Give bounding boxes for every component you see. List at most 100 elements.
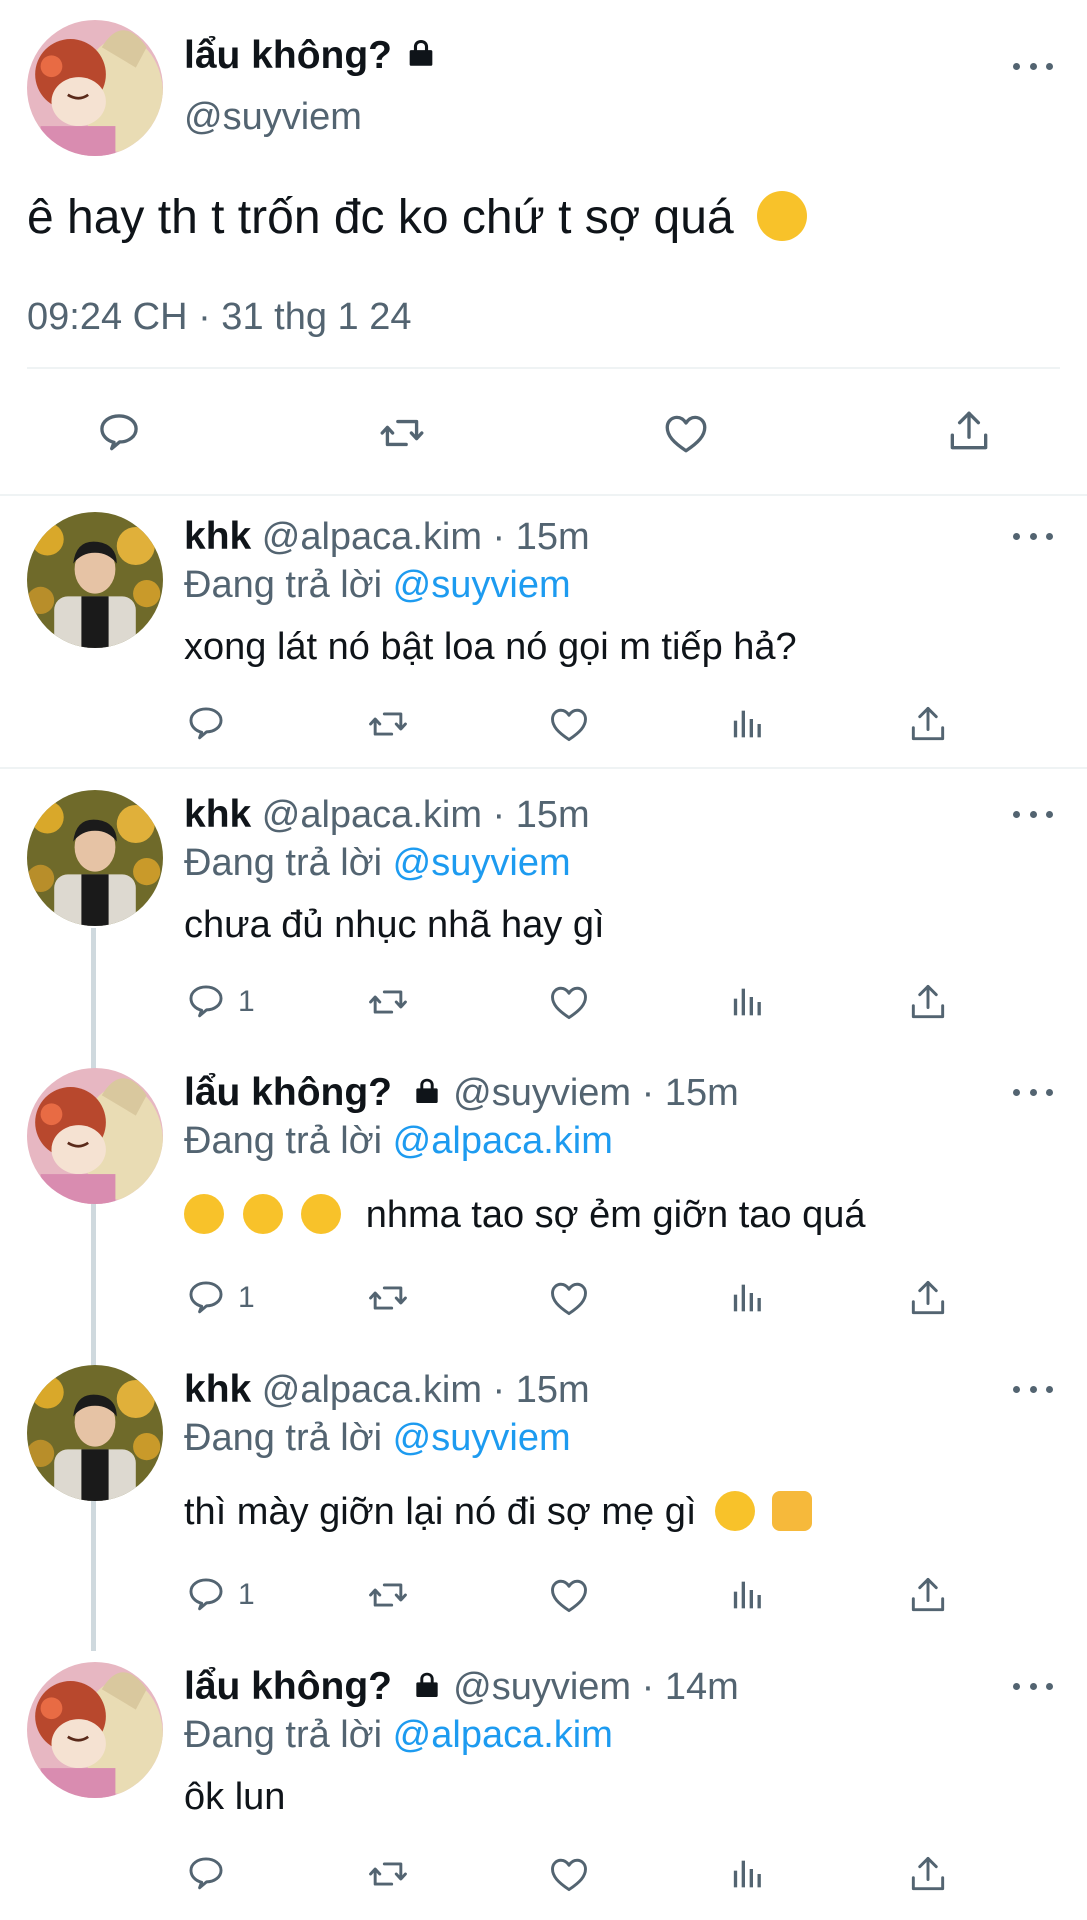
avatar[interactable]: [27, 512, 163, 648]
reply-icon[interactable]: [184, 1852, 228, 1896]
reply-icon: [184, 1276, 228, 1320]
reply-header: khk @alpaca.kim · 15m: [184, 792, 590, 838]
reply-text-row: nhma tao sợ ẻm giỡn tao quá: [184, 1192, 865, 1238]
views-icon[interactable]: [728, 1575, 768, 1615]
reply-count: 1: [238, 1578, 255, 1611]
display-name[interactable]: lẩu không?: [184, 34, 392, 77]
thread-line: [91, 928, 96, 1651]
replying-to-label: Đang trả lời: [184, 1714, 383, 1756]
views-icon[interactable]: [728, 982, 768, 1022]
replying-to: Đang trả lời @suyviem: [184, 1415, 571, 1461]
handle[interactable]: @suyviem: [184, 96, 362, 139]
reply-count: 1: [238, 985, 255, 1018]
thumbs-up-emoji: [771, 1491, 812, 1531]
share-icon[interactable]: [906, 980, 950, 1024]
replying-to-label: Đang trả lời: [184, 564, 383, 606]
like-icon[interactable]: [546, 1852, 592, 1896]
crying-face-emoji: [301, 1194, 342, 1234]
reply-text: chưa đủ nhục nhã hay gì: [184, 904, 605, 946]
retweet-icon[interactable]: [364, 1573, 412, 1617]
like-icon[interactable]: [546, 1573, 592, 1617]
relieved-face-emoji: [756, 191, 807, 241]
display-name[interactable]: lẩu không?: [184, 1071, 392, 1114]
retweet-icon[interactable]: [364, 1852, 412, 1896]
handle[interactable]: @suyviem: [453, 1072, 631, 1114]
more-options-icon[interactable]: [1013, 54, 1053, 78]
display-name[interactable]: lẩu không?: [184, 1665, 392, 1708]
reply-icon[interactable]: [184, 702, 228, 746]
reply-text-row: thì mày giỡn lại nó đi sợ mẹ gì: [184, 1489, 812, 1535]
like-icon[interactable]: [660, 408, 712, 458]
views-icon[interactable]: [728, 1278, 768, 1318]
reply-header: lẩu không? @suyviem · 15m: [184, 1070, 739, 1116]
more-options-icon[interactable]: [1013, 802, 1053, 826]
reply-text: ôk lun: [184, 1776, 286, 1818]
mention-link[interactable]: @alpaca.kim: [393, 1120, 613, 1162]
avatar[interactable]: [27, 1662, 163, 1798]
replying-to-label: Đang trả lời: [184, 1120, 383, 1162]
reply-count: 1: [238, 1281, 255, 1314]
time-ago: · 14m: [641, 1666, 739, 1708]
reply-button[interactable]: 1: [184, 980, 255, 1024]
tweet-text: ê hay th t trốn đc ko chứ t sợ quá: [27, 190, 807, 245]
reply-button[interactable]: 1: [184, 1276, 255, 1320]
share-icon[interactable]: [944, 406, 994, 456]
share-icon[interactable]: [906, 1573, 950, 1617]
timestamp[interactable]: 09:24 CH · 31 thg 1 24: [27, 296, 411, 339]
share-icon[interactable]: [906, 702, 950, 746]
handle[interactable]: @alpaca.kim: [262, 1369, 482, 1411]
share-icon[interactable]: [906, 1852, 950, 1896]
more-options-icon[interactable]: [1013, 1377, 1053, 1401]
like-icon[interactable]: [546, 702, 592, 746]
replying-to: Đang trả lời @suyviem: [184, 840, 571, 886]
replying-to-label: Đang trả lời: [184, 842, 383, 884]
crying-face-emoji: [184, 1194, 224, 1234]
reply-text: nhma tao sợ ẻm giỡn tao quá: [365, 1194, 866, 1236]
share-icon[interactable]: [906, 1276, 950, 1320]
divider: [0, 494, 1087, 496]
display-name[interactable]: khk: [184, 793, 251, 836]
avatar[interactable]: [27, 20, 163, 156]
mention-link[interactable]: @alpaca.kim: [393, 1714, 613, 1756]
reply-header: lẩu không? @suyviem · 14m: [184, 1664, 739, 1710]
retweet-icon[interactable]: [374, 408, 430, 458]
display-name[interactable]: khk: [184, 1368, 251, 1411]
time-ago: · 15m: [641, 1072, 739, 1114]
avatar[interactable]: [27, 1068, 163, 1204]
crying-face-emoji: [242, 1194, 283, 1234]
reply-header: khk @alpaca.kim · 15m: [184, 1367, 590, 1413]
time-ago: · 15m: [492, 1369, 590, 1411]
retweet-icon[interactable]: [364, 702, 412, 746]
lock-icon: [411, 1075, 443, 1107]
smiling-face-with-hearts-emoji: [714, 1491, 755, 1531]
views-icon[interactable]: [728, 704, 768, 744]
reply-text: xong lát nó bật loa nó gọi m tiếp hả?: [184, 626, 797, 668]
time-ago: · 15m: [492, 516, 590, 558]
mention-link[interactable]: @suyviem: [393, 564, 571, 606]
more-options-icon[interactable]: [1013, 1080, 1053, 1104]
retweet-icon[interactable]: [364, 1276, 412, 1320]
avatar[interactable]: [27, 790, 163, 926]
reply-header: khk @alpaca.kim · 15m: [184, 514, 590, 560]
mention-link[interactable]: @suyviem: [393, 842, 571, 884]
more-options-icon[interactable]: [1013, 524, 1053, 548]
more-options-icon[interactable]: [1013, 1674, 1053, 1698]
divider: [27, 367, 1060, 369]
divider: [0, 767, 1087, 769]
reply-button[interactable]: 1: [184, 1573, 255, 1617]
reply-icon: [184, 980, 228, 1024]
display-name[interactable]: khk: [184, 515, 251, 558]
avatar[interactable]: [27, 1365, 163, 1501]
handle[interactable]: @suyviem: [453, 1666, 631, 1708]
retweet-icon[interactable]: [364, 980, 412, 1024]
time-ago: · 15m: [492, 794, 590, 836]
reply-icon[interactable]: [94, 408, 144, 458]
author-header: lẩu không?: [184, 34, 438, 78]
like-icon[interactable]: [546, 1276, 592, 1320]
like-icon[interactable]: [546, 980, 592, 1024]
tweet-text-content: ê hay th t trốn đc ko chứ t sợ quá: [27, 191, 734, 244]
mention-link[interactable]: @suyviem: [393, 1417, 571, 1459]
views-icon[interactable]: [728, 1854, 768, 1894]
handle[interactable]: @alpaca.kim: [262, 516, 482, 558]
handle[interactable]: @alpaca.kim: [262, 794, 482, 836]
